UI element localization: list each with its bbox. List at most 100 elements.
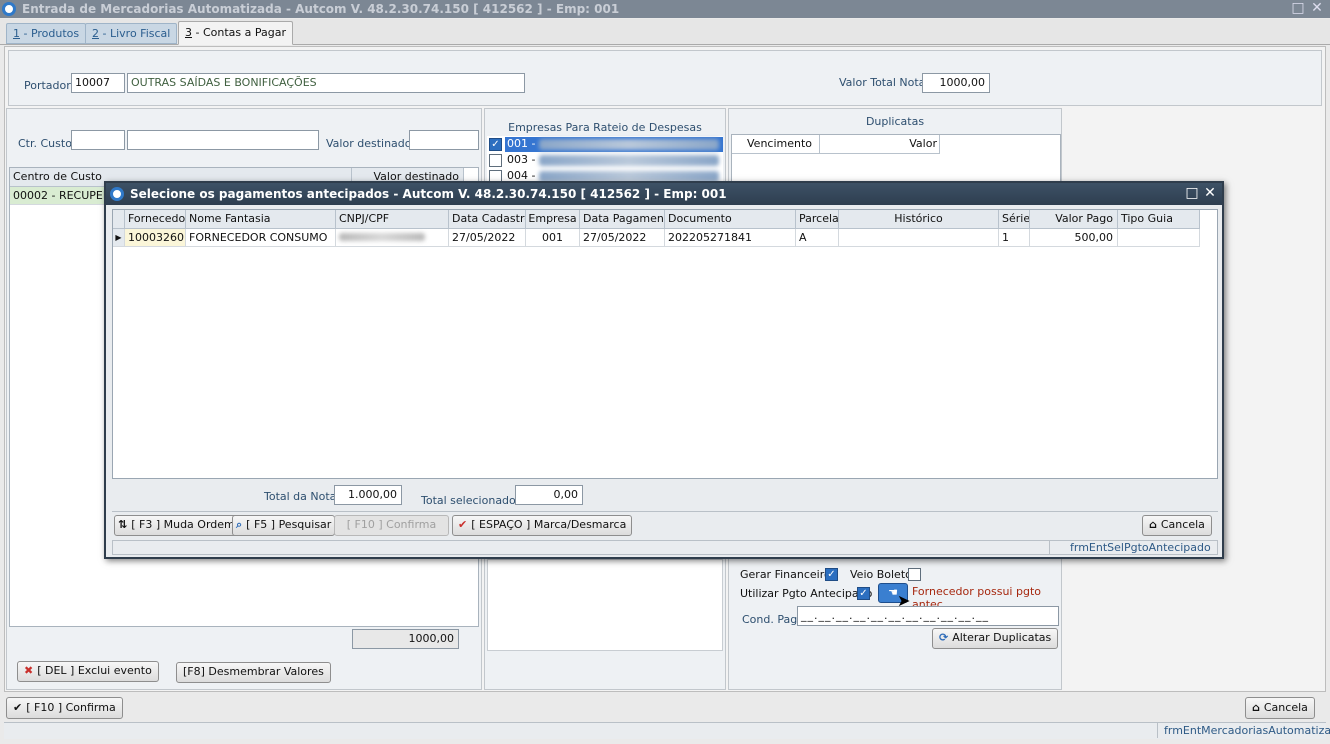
tab-produtos-label: - Produtos — [20, 27, 80, 40]
refresh-icon: ⟳ — [939, 631, 949, 644]
col-cnpj[interactable]: CNPJ/CPF — [336, 210, 449, 229]
portador-code-input[interactable]: 10007 — [71, 73, 125, 93]
f8-desmembrar-button[interactable]: [F8] Desmembrar Valores — [176, 662, 331, 683]
main-title-text: Entrada de Mercadorias Automatizada - Au… — [22, 2, 620, 16]
total-nota-label: Total da Nota: — [264, 490, 341, 503]
col-fornecedor[interactable]: Fornecedor — [125, 210, 186, 229]
f10-confirma-button-disabled[interactable]: [ F10 ] Confirma — [334, 515, 449, 536]
dialog-maximize-icon[interactable]: □ — [1184, 185, 1200, 203]
dialog-status-form: frmEntSelPgtoAntecipado — [1049, 540, 1217, 555]
confirma-label: [ F10 ] Confirma — [26, 701, 116, 714]
col-empresa[interactable]: Empresa — [526, 210, 580, 229]
tab-livro-fiscal[interactable]: 2 - Livro Fiscal — [85, 23, 178, 44]
utilizar-pgto-label: Utilizar Pgto Antecipado — [740, 587, 873, 600]
tab-contas-label: - Contas a Pagar — [192, 26, 286, 39]
cell-valor-pago[interactable]: 500,00 — [1030, 229, 1118, 247]
empresa-label: 001 - — [507, 137, 536, 150]
tab-strip: 1 - Produtos 2 - Livro Fiscal 3 - Contas… — [0, 19, 1330, 45]
tab-produtos-key: 1 — [13, 27, 20, 40]
dialog-cancela-label: Cancela — [1160, 518, 1205, 531]
total-nota-input: 1.000,00 — [334, 485, 402, 505]
maximize-icon[interactable]: □ — [1290, 0, 1306, 18]
list-item[interactable]: 003 - — [487, 153, 723, 168]
f10-label: [ F10 ] Confirma — [346, 518, 437, 531]
col-valor-pago[interactable]: Valor Pago — [1030, 210, 1118, 229]
col-valor[interactable]: Valor — [820, 135, 940, 154]
col-parcela[interactable]: Parcela — [796, 210, 839, 229]
search-icon: ⌕ — [236, 518, 243, 531]
valor-destinado-label: Valor destinado: — [326, 137, 416, 150]
dialog-status-bar: frmEntSelPgtoAntecipado — [112, 540, 1218, 555]
col-data-cadastro[interactable]: Data Cadastro — [449, 210, 526, 229]
gerar-financeiro-label: Gerar Financeiro — [740, 568, 831, 581]
delete-icon: ✖ — [24, 664, 34, 677]
checkbox-checked-icon[interactable]: ✓ — [489, 138, 502, 151]
cancel-hat-icon: ⌂ — [1252, 701, 1260, 714]
main-status-form: frmEntMercadoriasAutomatizada — [1157, 723, 1330, 738]
cell-serie[interactable]: 1 — [999, 229, 1030, 247]
col-data-pagamento[interactable]: Data Pagamento — [580, 210, 665, 229]
valor-destinado-input[interactable] — [409, 130, 479, 150]
checkbox-icon[interactable] — [489, 154, 502, 167]
cell-nome[interactable]: FORNECEDOR CONSUMO — [186, 229, 336, 247]
col-documento[interactable]: Documento — [665, 210, 796, 229]
cancela-button[interactable]: ⌂ Cancela — [1245, 697, 1315, 719]
dialog-divider — [112, 511, 1218, 512]
del-button-label: [ DEL ] Exclui evento — [37, 664, 152, 677]
row-indicator-header — [113, 210, 125, 229]
ctr-custo-name-input[interactable] — [127, 130, 319, 150]
col-tipo-guia[interactable]: Tipo Guia — [1118, 210, 1200, 229]
dialog-cancela-button[interactable]: ⌂ Cancela — [1142, 515, 1212, 536]
f3-muda-ordem-button[interactable]: ⇅[ F3 ] Muda Ordem — [114, 515, 239, 536]
main-title-bar: Entrada de Mercadorias Automatizada - Au… — [0, 0, 1330, 18]
tab-contas-key: 3 — [185, 26, 192, 39]
col-historico[interactable]: Histórico — [839, 210, 999, 229]
alterar-duplicatas-button[interactable]: ⟳ Alterar Duplicatas — [932, 628, 1059, 649]
f8-button-label: [F8] Desmembrar Valores — [183, 665, 324, 678]
total-selecionado-input: 0,00 — [515, 485, 583, 505]
veio-boleto-checkbox[interactable] — [908, 568, 921, 581]
sort-icon: ⇅ — [118, 518, 128, 531]
del-exclui-evento-button[interactable]: ✖[ DEL ] Exclui evento — [17, 661, 159, 682]
dialog-app-icon — [110, 187, 124, 201]
cancela-label: Cancela — [1263, 701, 1308, 714]
alterar-dup-label: Alterar Duplicatas — [952, 631, 1052, 644]
valor-total-input[interactable]: 1000,00 — [922, 73, 990, 93]
cell-cnpj[interactable] — [336, 229, 449, 247]
row-pointer-icon: ▶ — [113, 229, 125, 247]
checkmark-icon: ✔ — [13, 701, 23, 714]
tab-livro-fiscal-label: - Livro Fiscal — [99, 27, 171, 40]
cell-data-cadastro[interactable]: 27/05/2022 — [449, 229, 526, 247]
confirma-button[interactable]: ✔[ F10 ] Confirma — [6, 697, 123, 719]
cell-documento[interactable]: 202205271841 — [665, 229, 796, 247]
veio-boleto-label: Veio Boleto — [850, 568, 912, 581]
col-nome-fantasia[interactable]: Nome Fantasia — [186, 210, 336, 229]
gerar-financeiro-checkbox[interactable]: ✓ — [825, 568, 838, 581]
dialog-title-text: Selecione os pagamentos antecipados - Au… — [130, 187, 727, 201]
total-selecionado-label: Total selecionado: — [421, 494, 520, 507]
redacted-name — [539, 139, 719, 150]
tab-contas-a-pagar[interactable]: 3 - Contas a Pagar — [178, 21, 293, 45]
cell-fornecedor[interactable]: 10003260 — [125, 229, 186, 247]
utilizar-pgto-checkbox[interactable]: ✓ — [857, 587, 870, 600]
f5-pesquisar-button[interactable]: ⌕[ F5 ] Pesquisar — [232, 515, 336, 536]
cc-total-field: 1000,00 — [352, 629, 459, 649]
close-icon[interactable]: ✕ — [1309, 0, 1325, 18]
cell-parcela[interactable]: A — [796, 229, 839, 247]
app-logo-icon — [2, 2, 16, 16]
portador-name-input[interactable]: OUTRAS SAÍDAS E BONIFICAÇÕES — [127, 73, 525, 93]
dialog-close-icon[interactable]: ✕ — [1202, 185, 1218, 203]
ctr-custo-code-input[interactable] — [71, 130, 125, 150]
tab-produtos[interactable]: 1 - Produtos — [6, 23, 87, 44]
list-item[interactable]: ✓ 001 - — [487, 137, 723, 152]
cell-tipo-guia[interactable] — [1118, 229, 1200, 247]
col-vencimento[interactable]: Vencimento — [732, 135, 820, 154]
main-status-bar: frmEntMercadoriasAutomatizada — [4, 722, 1330, 739]
cell-historico[interactable] — [839, 229, 999, 247]
col-serie[interactable]: Série — [999, 210, 1030, 229]
cell-empresa[interactable]: 001 — [526, 229, 580, 247]
espaco-marca-button[interactable]: ✔[ ESPAÇO ] Marca/Desmarca — [452, 515, 633, 536]
cond-pag-input[interactable]: __.__.__.__.__.__.__.__.__.__.__ — [797, 606, 1059, 626]
check-icon: ✔ — [458, 518, 468, 531]
cell-data-pagamento[interactable]: 27/05/2022 — [580, 229, 665, 247]
